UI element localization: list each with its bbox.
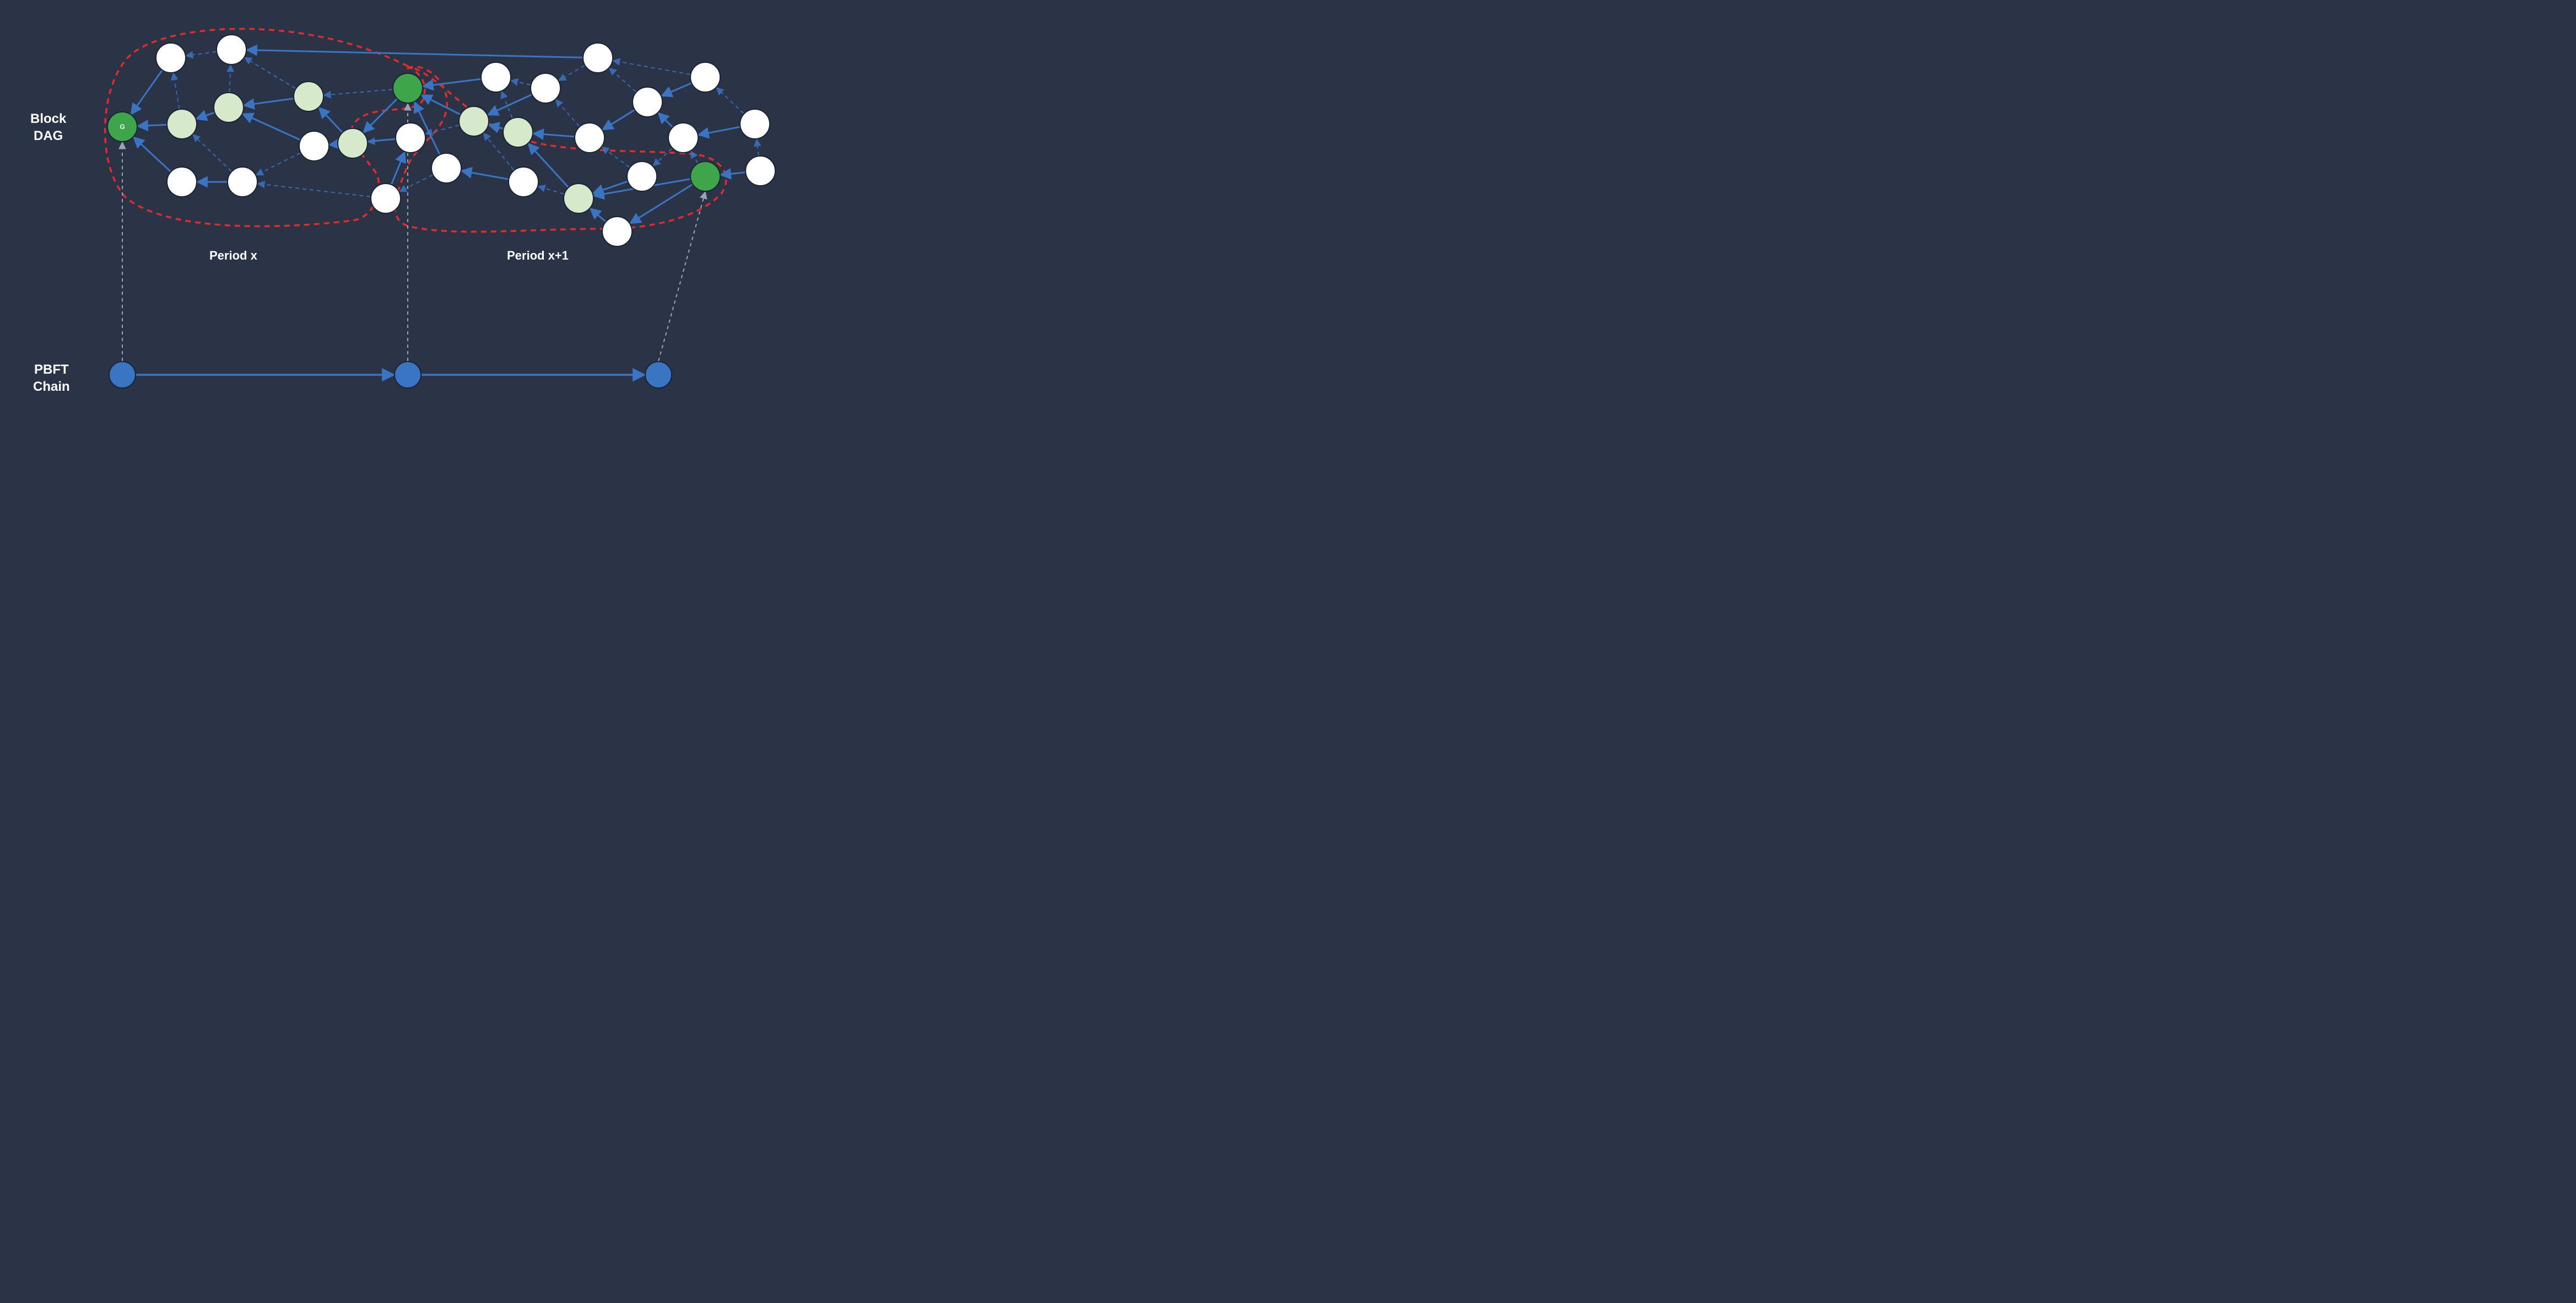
- dag-edge: [423, 79, 480, 86]
- dag-node-green: [690, 161, 720, 191]
- dag-edge: [658, 113, 672, 127]
- dag-node-white: [299, 131, 329, 161]
- label-period-x: Period x: [209, 248, 257, 264]
- dag-edge: [662, 83, 692, 96]
- dag-edge: [319, 107, 342, 132]
- dag-node-white: [481, 62, 511, 92]
- dag-edge: [138, 125, 166, 126]
- dag-edge: [229, 65, 230, 92]
- dag-node-lightgreen: [294, 82, 323, 111]
- dag-edge: [364, 99, 397, 132]
- dag-edge: [186, 52, 217, 56]
- label-block-dag: Block DAG: [30, 110, 66, 144]
- dag-edge: [174, 73, 180, 109]
- dag-node-white: [228, 167, 257, 197]
- pbft-node: [109, 362, 136, 388]
- dag-edge: [245, 58, 295, 89]
- dag-edge: [244, 99, 294, 105]
- dag-edge: [559, 66, 585, 80]
- dag-node-white: [583, 43, 613, 73]
- dag-edge: [256, 153, 300, 175]
- dag-node-green: [393, 73, 423, 103]
- pbft-node: [395, 362, 421, 388]
- dag-node-lightgreen: [338, 128, 368, 158]
- dag-node-white: [509, 167, 538, 197]
- dag-node-white: [668, 123, 698, 153]
- dag-edge: [538, 186, 564, 194]
- pbft-node: [645, 362, 672, 388]
- dag-edge: [698, 127, 739, 134]
- dag-node-white: [167, 167, 197, 197]
- dag-edge: [511, 80, 530, 85]
- dag-node-white: [627, 161, 657, 191]
- dag-edge: [131, 71, 162, 114]
- dag-edge: [258, 184, 370, 197]
- dag-edge: [556, 100, 580, 126]
- diagram-svg: [0, 0, 849, 429]
- dag-edge: [196, 112, 214, 119]
- dag-edge: [488, 95, 531, 115]
- dag-node-white: [633, 87, 662, 117]
- dag-edge: [425, 125, 459, 134]
- dag-edge: [590, 208, 605, 222]
- dag-node-white: [431, 153, 461, 183]
- dag-edge: [243, 114, 300, 140]
- dag-node-white: [217, 35, 246, 64]
- dag-node-lightgreen: [459, 106, 489, 136]
- dag-node-green: [107, 112, 137, 142]
- dag-edge: [324, 89, 392, 95]
- dag-edge: [609, 68, 636, 92]
- dag-edge: [603, 110, 634, 130]
- dag-edge: [691, 151, 698, 163]
- dag-edge: [602, 147, 630, 168]
- dag-edge: [757, 139, 758, 155]
- label-period-x1: Period x+1: [507, 248, 569, 264]
- label-pbft-chain: PBFT Chain: [33, 361, 70, 395]
- dag-node-white: [602, 217, 632, 246]
- dag-node-lightgreen: [503, 117, 533, 147]
- dag-edge: [134, 137, 171, 171]
- dag-node-white: [371, 184, 401, 213]
- dag-node-white: [740, 109, 770, 139]
- dag-edge: [247, 50, 582, 58]
- dag-edge: [653, 148, 672, 166]
- dag-edge: [533, 133, 574, 137]
- dag-node-lightgreen: [167, 109, 197, 139]
- dag-edge: [422, 95, 460, 115]
- dag-edge: [193, 134, 231, 171]
- dag-node-white: [156, 43, 186, 73]
- dag-edge: [716, 88, 743, 114]
- dag-node-white: [746, 156, 775, 186]
- dag-edge: [399, 175, 433, 192]
- dag-node-white: [575, 123, 604, 153]
- dag-node-lightgreen: [214, 93, 244, 122]
- dag-node-lightgreen: [564, 184, 593, 213]
- dag-edge: [462, 171, 509, 179]
- dag-node-white: [690, 62, 720, 92]
- dag-node-white: [396, 123, 425, 153]
- dag-edge: [613, 61, 690, 74]
- dag-node-white: [531, 73, 560, 103]
- diagram-canvas: Block DAG PBFT Chain Period x Period x+1…: [0, 0, 849, 429]
